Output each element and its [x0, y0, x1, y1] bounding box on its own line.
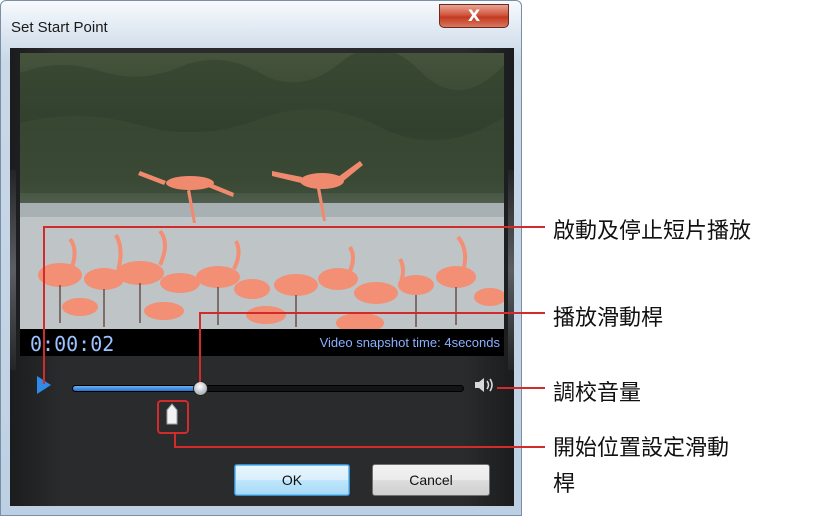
- annotation-start-slider-line1: 開始位置設定滑動: [553, 436, 730, 461]
- annotation-play-stop: 啟動及停止短片播放: [553, 219, 752, 244]
- callout-line-play-v: [43, 226, 45, 384]
- video-preview: [20, 53, 504, 329]
- dialog-title: Set Start Point: [11, 19, 108, 36]
- close-button[interactable]: X: [439, 4, 509, 28]
- volume-icon[interactable]: [473, 376, 495, 394]
- close-icon: X: [467, 6, 481, 25]
- flamingo-scene-image: [20, 53, 504, 329]
- annotation-volume: 調校音量: [553, 381, 642, 406]
- panel-edge-right: [508, 170, 514, 370]
- panel-edge-left: [10, 170, 16, 370]
- playback-progress-fill: [73, 386, 202, 391]
- callout-line-play-h: [43, 226, 545, 228]
- playback-slider-track[interactable]: [72, 385, 464, 392]
- snapshot-time-text: Video snapshot time: 4seconds: [319, 335, 500, 350]
- callout-line-start-h: [174, 446, 545, 448]
- playback-slider-handle[interactable]: [193, 381, 208, 396]
- callout-line-slider-h: [199, 312, 545, 314]
- annotation-start-slider-line2: 桿: [553, 472, 576, 497]
- ok-button[interactable]: OK: [234, 464, 350, 496]
- callout-line-start-v: [174, 434, 176, 446]
- callout-line-slider-v: [199, 312, 201, 382]
- callout-line-volume: [497, 387, 545, 389]
- start-slider-highlight-box: [157, 400, 189, 434]
- time-bar: 0:00:02 Video snapshot time: 4seconds: [20, 329, 504, 356]
- annotation-playback-slider: 播放滑動桿: [553, 306, 664, 331]
- cancel-button[interactable]: Cancel: [372, 464, 490, 496]
